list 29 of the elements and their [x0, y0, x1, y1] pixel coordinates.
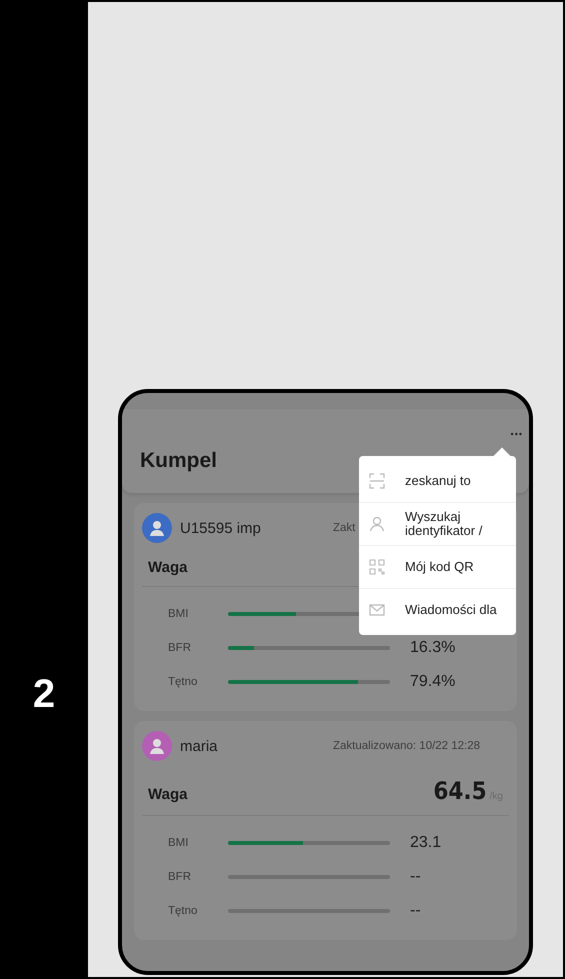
user-name: U15595 imp	[180, 520, 261, 536]
menu-item[interactable]: zeskanuj to	[359, 460, 516, 502]
menu-item[interactable]: Wiadomości dla	[359, 588, 516, 631]
metric-label: BMI	[168, 837, 190, 849]
step-number: 2	[32, 672, 56, 717]
metric-label: BFR	[168, 871, 192, 883]
qr-code-icon	[369, 559, 385, 575]
page-title: Kumpel	[139, 449, 218, 473]
metric-value: 16.3%	[410, 639, 456, 657]
metric-value: --	[410, 868, 421, 886]
menu-item[interactable]: Wyszukaj identyfikator /	[359, 502, 516, 545]
menu-item[interactable]: Mój kod QR	[359, 545, 516, 588]
metric-label: Tętno	[168, 676, 198, 688]
metric-title: Waga	[148, 559, 188, 576]
updated-time: Zakt	[333, 522, 356, 534]
metric-label: BMI	[168, 608, 190, 620]
user-name: maria	[180, 738, 218, 754]
weight-value: 64.5	[433, 777, 487, 805]
scan-icon	[369, 473, 385, 489]
envelope-icon	[369, 602, 385, 618]
metric-label: Tętno	[168, 905, 198, 917]
updated-time: Zaktualizowano: 10/22 12:28	[333, 740, 480, 752]
metric-label: BFR	[168, 642, 192, 654]
more-button[interactable]: •••	[504, 429, 529, 439]
metric-title: Waga	[148, 786, 188, 803]
metric-value: 23.1	[410, 834, 442, 852]
person-icon	[369, 516, 385, 532]
metric-value: --	[410, 902, 421, 920]
metric-value: 79.4%	[410, 673, 456, 691]
